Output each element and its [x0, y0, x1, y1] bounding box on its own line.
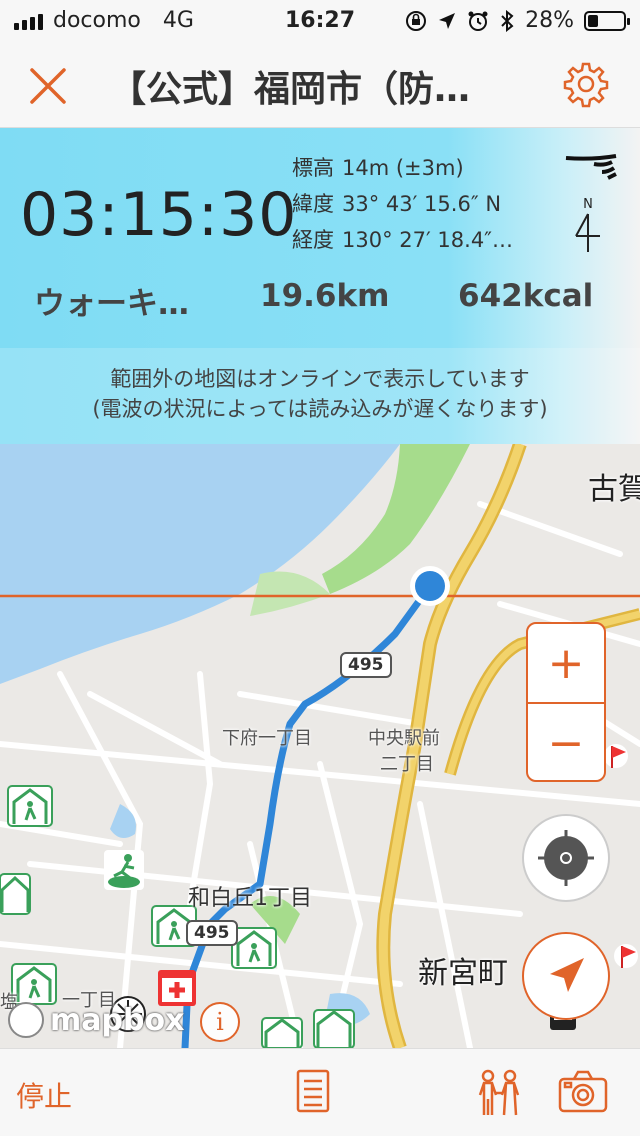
altitude-value: 14m (±3m) [342, 156, 464, 180]
bottom-toolbar: 停止 [0, 1048, 640, 1136]
latitude-row: 緯度 33° 43′ 15.6″ N [292, 186, 513, 222]
location-arrow-icon [439, 12, 456, 29]
notice-line-2: (電波の状況によっては読み込みが遅くなります) [92, 397, 548, 421]
orientation-lock-icon [406, 10, 427, 31]
list-icon[interactable] [296, 1069, 330, 1113]
battery-percent: 28% [525, 8, 574, 33]
activity-type[interactable]: ウォーキ… [34, 278, 189, 323]
attribution-info-button[interactable]: i [200, 1002, 240, 1042]
offline-notice: 範囲外の地図はオンラインで表示しています (電波の状況によっては読み込みが遅くな… [0, 348, 640, 444]
latitude-label: 緯度 [292, 192, 334, 216]
status-bar: docomo 4G 16:27 28% [0, 0, 640, 40]
navigation-arrow-icon [550, 958, 584, 992]
elapsed-time: 03:15:30 [20, 180, 298, 250]
people-icon[interactable] [474, 1069, 524, 1117]
map-label-shingu: 新宮町 [418, 956, 508, 991]
compass-icon[interactable]: N [572, 196, 604, 254]
activity-stats: ウォーキ… 19.6km 642kcal [0, 278, 640, 328]
map-label-chuo-ekimae: 中央駅前 [368, 728, 440, 749]
altitude-row: 標高 14m (±3m) [292, 150, 513, 186]
notice-line-1: 範囲外の地図はオンラインで表示しています [110, 367, 530, 391]
crosshair-icon [538, 830, 594, 886]
compass-letter: N [583, 197, 593, 212]
evacuation-site-icon-6 [261, 1017, 303, 1048]
close-icon[interactable] [24, 62, 72, 110]
follow-heading-button[interactable] [522, 932, 610, 1020]
gps-signal-icon [565, 154, 617, 180]
longitude-row: 経度 130° 27′ 18.4″… [292, 222, 513, 258]
status-right: 28% [405, 8, 630, 33]
map-label-shimofu: 下府一丁目 [222, 728, 312, 749]
gear-icon[interactable] [562, 60, 610, 108]
latitude-value: 33° 43′ 15.6″ N [342, 192, 502, 216]
altitude-label: 標高 [292, 156, 334, 180]
mapbox-wordmark: mapbox [50, 1002, 185, 1038]
flag-icon [604, 744, 628, 768]
evacuation-site-icon-4 [231, 927, 277, 969]
map-label-wajirogaoka: 和白丘1丁目 [188, 886, 312, 911]
map-view[interactable]: 古賀 495 下府一丁目 中央駅前 二丁目 和白丘1丁目 495 新宮町 塩 一… [0, 444, 640, 1048]
distance-value: 19.6km [260, 278, 390, 314]
park-area [250, 571, 330, 616]
map-label-koga: 古賀 [588, 472, 640, 507]
route-shield-2: 495 [186, 920, 238, 946]
battery-icon [584, 10, 630, 31]
evacuation-site-icon-5 [11, 963, 57, 1005]
hospital-icon [158, 970, 196, 1006]
route-shield: 495 [340, 652, 392, 678]
route-track [181, 582, 434, 1048]
zoom-in-button[interactable]: + [528, 624, 604, 702]
evacuation-site-icon-2 [0, 873, 31, 915]
longitude-label: 経度 [292, 228, 334, 252]
camera-icon[interactable] [558, 1069, 608, 1113]
mapbox-mark-icon [8, 1002, 44, 1038]
bluetooth-icon [501, 9, 514, 32]
navigation-bar: 【公式】福岡市（防… [0, 40, 640, 128]
evacuation-site-icon-7 [313, 1009, 355, 1048]
alarm-icon [468, 11, 488, 31]
longitude-value: 130° 27′ 18.4″… [342, 228, 514, 252]
calories-value: 642kcal [458, 278, 594, 314]
evacuation-area-icon [104, 850, 144, 890]
flag-icon-2 [614, 944, 638, 968]
stop-button[interactable]: 停止 [16, 1075, 72, 1115]
recenter-button[interactable] [522, 814, 610, 902]
map-label-nichome: 二丁目 [380, 754, 434, 775]
evacuation-site-icon [7, 785, 53, 827]
zoom-out-button[interactable]: − [528, 704, 604, 782]
page-title: 【公式】福岡市（防… [110, 69, 471, 110]
mapbox-logo: mapbox [8, 1002, 184, 1038]
location-readout: 標高 14m (±3m) 緯度 33° 43′ 15.6″ N 経度 130° 27′… [292, 150, 513, 258]
tracking-info-panel: 03:15:30 標高 14m (±3m) 緯度 33° 43′ 15.6″ N 経… [0, 128, 640, 444]
zoom-control: + − [526, 622, 606, 782]
